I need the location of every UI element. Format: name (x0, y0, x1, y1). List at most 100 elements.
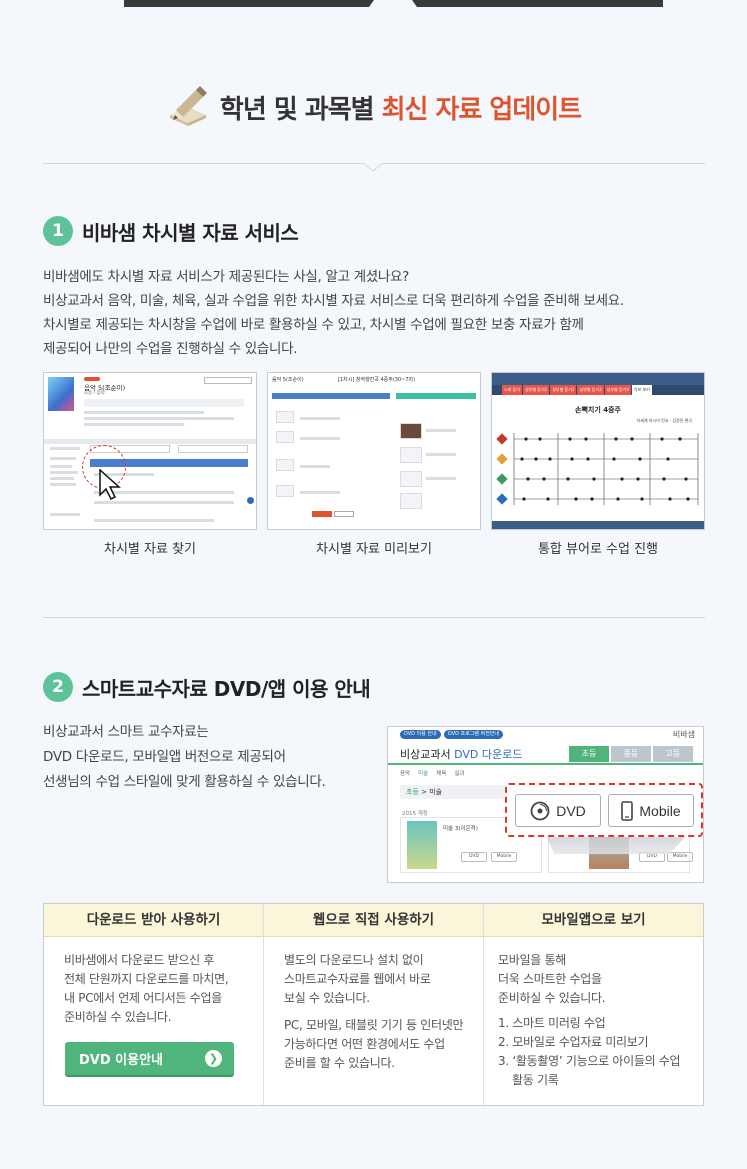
curriculum-year: 2015 개정 (402, 811, 428, 817)
subject-link[interactable]: 체육 (436, 769, 446, 777)
dvd-title-prefix: 비상교과서 (400, 748, 451, 761)
screenshot-integrated-viewer[interactable]: 노래 듣기 성부별 듣기1 성부별 듣기2 성부별 듣기3 성부별 듣기4 악보… (491, 372, 705, 530)
dvd-school-tabs: 초등 중등 고등 (569, 746, 693, 762)
page-title-plain: 학년 및 과목별 (219, 94, 375, 125)
book-cover-thumbnail (48, 377, 74, 411)
option-text-line: 별도의 다운로드나 설치 없이 (284, 953, 424, 967)
dvd-guide-button-label: DVD 이용안내 (79, 1053, 164, 1068)
screenshot-find-materials[interactable]: 음악 5(조순이) 초등 / 음악 (43, 372, 257, 530)
top-tab-left[interactable] (124, 0, 374, 7)
preview-thumb (400, 447, 422, 463)
preview-thumb (400, 423, 422, 439)
song-title: 손뼉치기 4중주 (575, 406, 621, 414)
tab-high[interactable]: 고등 (653, 746, 693, 762)
list-item: 3. ‘활동촬영’ 기능으로 아이들의 수업 활동 기록 (498, 1054, 681, 1087)
viewer-bottom-toolbar (492, 521, 704, 529)
section1-description: 비바샘에도 차시별 자료 서비스가 제공된다는 사실, 알고 계셨나요? 비상교… (43, 265, 624, 361)
meta-line (84, 423, 184, 426)
dvd-guide-button[interactable]: DVD 이용안내 ❯ (65, 1042, 234, 1075)
dvd-guide-pill[interactable]: DVD 이용 안내 (400, 730, 441, 739)
option-text-line: 모바일을 통해 (498, 953, 566, 967)
list-item: 1. 스마트 미러링 수업 (498, 1016, 606, 1030)
option-web-header: 웹으로 직접 사용하기 (264, 904, 483, 937)
meta-line (84, 417, 234, 420)
subject-link[interactable]: 미술 (418, 769, 428, 777)
preview-apply-button[interactable] (312, 511, 332, 517)
subject-link[interactable]: 음악 (400, 769, 410, 777)
preview-cancel-button[interactable] (334, 511, 354, 517)
option-text-line: 보실 수 있습니다. (284, 991, 370, 1005)
option-text-line: 스마트교수자료를 웹에서 바로 (284, 972, 431, 986)
filter-label (50, 447, 80, 450)
caption-integrated-viewer: 통합 뷰어로 수업 진행 (537, 542, 659, 557)
viewer-tab[interactable]: 성부별 듣기3 (577, 385, 604, 395)
viewer-tab[interactable]: 노래 듣기 (502, 385, 522, 395)
mini-mobile-button[interactable]: Mobile (667, 852, 693, 862)
mini-dvd-button[interactable]: DVD (461, 852, 487, 862)
option-download-body: 비바샘에서 다운로드 받으신 후 전체 단원까지 다운로드를 마치면, 내 PC… (44, 937, 263, 1027)
result-line (94, 501, 234, 504)
option-download-header: 다운로드 받아 사용하기 (44, 904, 263, 937)
sidebar-line (50, 457, 76, 460)
mobile-button-label: Mobile (639, 802, 681, 819)
dvd-subject-nav: 음악 미술 체육 실과 (400, 769, 465, 777)
viewer-tab[interactable]: 성부별 듣기2 (550, 385, 577, 395)
caption-find-materials: 차시별 자료 찾기 (104, 542, 196, 557)
section1-title: 비바샘 차시별 자료 서비스 (82, 220, 299, 245)
section2-heading: 2 스마트교수자료 DVD/앱 이용 안내 (43, 672, 371, 702)
option-text-line: PC, 모바일, 태블릿 기기 등 인터넷만 (284, 1018, 464, 1032)
section2-line: 선생님의 수업 스타일에 맞게 활용하실 수 있습니다. (43, 774, 326, 790)
caption-preview-materials: 차시별 자료 미리보기 (316, 542, 432, 557)
section1-line: 비바샘에도 차시별 자료 서비스가 제공된다는 사실, 알고 계셨나요? (43, 269, 410, 285)
mini-mobile-button[interactable]: Mobile (491, 852, 517, 862)
textbook-cover (407, 821, 437, 869)
new-badge (84, 377, 100, 381)
lesson-select[interactable] (178, 445, 248, 453)
sidebar-line (50, 471, 78, 474)
preview-thumb (400, 493, 422, 509)
lesson-thumb (276, 411, 294, 423)
top-tab-right[interactable] (412, 0, 663, 7)
left-panel-header (272, 393, 390, 399)
section2-line: DVD 다운로드, 모바일앱 버전으로 제공되어 (43, 749, 286, 765)
option-text-line: 준비를 할 수 있습니다. (284, 1056, 395, 1070)
screenshot-preview-materials[interactable]: 음악 5(조순이) [1차시] 창작행진곡 4중주(30~7차) (267, 372, 481, 530)
option-mobile-header: 모바일앱으로 보기 (484, 904, 703, 937)
section2-description: 비상교과서 스마트 교수자료는 DVD 다운로드, 모바일앱 버전으로 제공되어… (43, 720, 326, 795)
top-nav-tabs (0, 0, 747, 8)
preview-subtitle: [1차시] 창작행진곡 4중주(30~7차) (338, 377, 416, 383)
viewer-tab[interactable]: 악보 보기 (631, 385, 652, 395)
dvd-topbar: DVD 이용 안내 DVD 프로그램 버전안내 비바샘 (388, 727, 703, 741)
sheet-music (496, 433, 699, 505)
screenshot-dvd-download: DVD 이용 안내 DVD 프로그램 버전안내 비바샘 비상교과서 DVD 다운… (387, 726, 704, 883)
section2-line: 비상교과서 스마트 교수자료는 (43, 724, 209, 740)
grade-select[interactable] (204, 377, 252, 384)
sidebar-line (50, 477, 74, 480)
smartphone-icon (621, 800, 634, 821)
sidebar-line (50, 483, 76, 486)
dvd-button[interactable]: DVD (515, 794, 601, 827)
cursor-icon (99, 469, 121, 501)
section-divider (43, 617, 705, 618)
dvd-button-label: DVD (556, 802, 586, 819)
option-text-line: 비바샘에서 다운로드 받으신 후 (64, 953, 215, 967)
lesson-line (300, 465, 330, 468)
section2-number: 2 (43, 672, 73, 702)
subject-link[interactable]: 실과 (454, 769, 464, 777)
preview-line (426, 429, 456, 432)
preview-title: 음악 5(조순이) (272, 377, 304, 383)
section1-line: 제공되어 나만의 수업을 진행하실 수 있습니다. (43, 341, 298, 357)
crumb-art: > 미술 (418, 788, 443, 796)
list-item: 2. 모바일로 수업자료 미리보기 (498, 1035, 649, 1049)
arrow-right-icon: ❯ (205, 1050, 222, 1067)
viewer-tab-bar: 노래 듣기 성부별 듣기1 성부별 듣기2 성부별 듣기3 성부별 듣기4 악보… (492, 385, 704, 395)
tab-middle[interactable]: 중등 (611, 746, 651, 762)
mobile-button[interactable]: Mobile (608, 794, 694, 827)
page-title-highlight: 최신 자료 업데이트 (381, 94, 582, 125)
viewer-tab[interactable]: 성부별 듣기4 (604, 385, 631, 395)
tab-elementary[interactable]: 초등 (569, 746, 609, 762)
option-web-body: 별도의 다운로드나 설치 없이 스마트교수자료를 웹에서 바로 보실 수 있습니… (264, 937, 483, 1073)
option-text-line: 내 PC에서 언제 어디서든 수업을 (64, 991, 222, 1005)
viewer-tab[interactable]: 성부별 듣기1 (523, 385, 550, 395)
dvd-version-pill[interactable]: DVD 프로그램 버전안내 (444, 730, 504, 739)
